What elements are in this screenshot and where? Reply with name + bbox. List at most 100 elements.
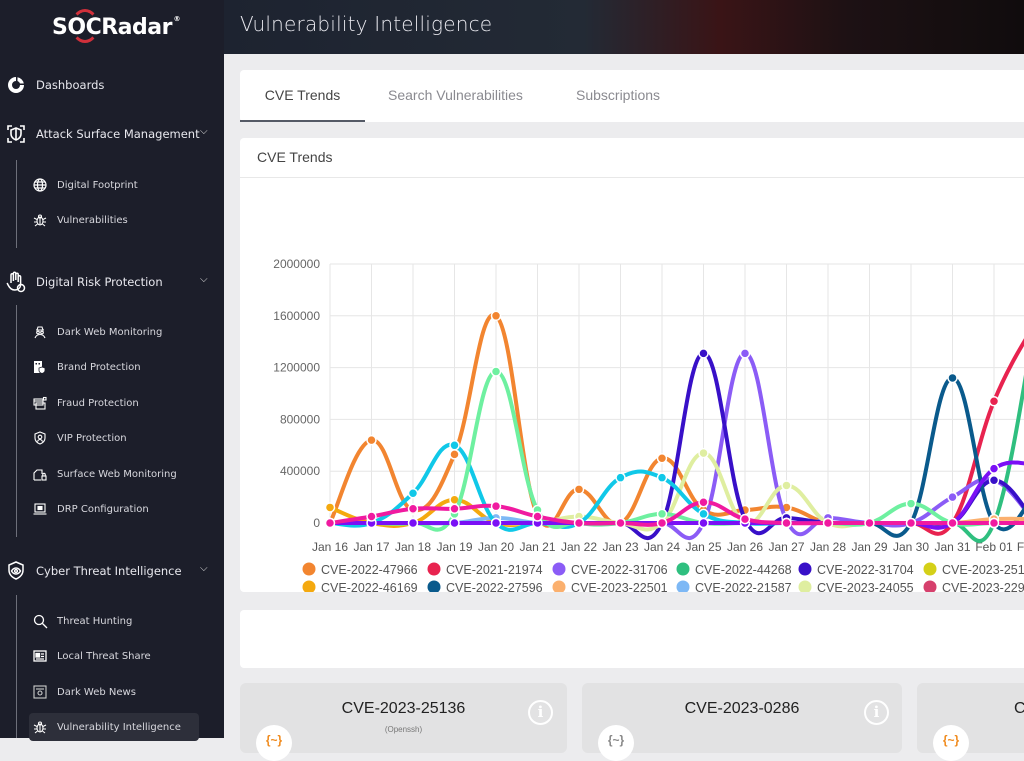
sidebar-group-attack-surface-management[interactable]: Attack Surface Management ⌵ bbox=[0, 124, 224, 144]
data-point bbox=[366, 511, 377, 522]
cve-card[interactable]: CVE-2023-25136 (Openssh) i {~} bbox=[240, 683, 567, 761]
page-title: Vulnerability Intelligence bbox=[240, 12, 493, 36]
sidebar-item-brand-protection[interactable]: Brand Protection bbox=[32, 355, 141, 379]
data-point bbox=[324, 517, 336, 529]
y-tick-label: 0 bbox=[313, 516, 320, 530]
data-point bbox=[490, 500, 502, 512]
data-point bbox=[988, 396, 1000, 407]
sidebar-item-vip-protection[interactable]: VIP Protection bbox=[32, 426, 127, 450]
chevron-down-icon[interactable]: ⌵ bbox=[200, 274, 208, 285]
legend-label: CVE-2022-47966 bbox=[321, 563, 418, 577]
legend-swatch bbox=[302, 580, 316, 594]
cve-trends-chart: 0 400000 800000 1200000 1600000 2000000 Jan 16… bbox=[273, 257, 1024, 595]
data-point bbox=[407, 517, 419, 529]
data-point bbox=[407, 503, 419, 515]
socradar-logo[interactable]: SOCRadar ® bbox=[0, 0, 224, 54]
x-tick-label: Jan 30 bbox=[893, 540, 929, 554]
search-icon bbox=[32, 613, 48, 629]
data-point bbox=[615, 472, 626, 483]
data-point bbox=[449, 449, 460, 460]
legend-swatch bbox=[302, 562, 316, 576]
sidebar-item-threat-hunting[interactable]: Threat Hunting bbox=[32, 609, 132, 633]
x-tick-label: Jan 19 bbox=[436, 540, 472, 554]
sidebar-item-vulnerability-intelligence[interactable]: Vulnerability Intelligence bbox=[29, 713, 199, 741]
x-tick-label: Jan 31 bbox=[934, 540, 970, 554]
page-header: Vulnerability Intelligence bbox=[224, 0, 1024, 54]
x-tick-label: Jan 24 bbox=[644, 540, 680, 554]
code-icon: {~} bbox=[933, 725, 969, 761]
data-point bbox=[573, 517, 585, 529]
newspaper-icon bbox=[32, 684, 48, 700]
cve-card[interactable]: C {~} bbox=[917, 683, 1024, 761]
tab-bar: CVE Trends Search Vulnerabilities Subscr… bbox=[240, 70, 1024, 122]
info-icon[interactable]: i bbox=[528, 700, 553, 725]
chevron-down-icon[interactable]: ⌵ bbox=[200, 563, 208, 574]
bug-icon bbox=[32, 719, 48, 735]
legend-swatch bbox=[676, 580, 690, 594]
data-point bbox=[656, 517, 668, 529]
legend-swatch bbox=[676, 562, 690, 576]
sidebar-item-surface-web-monitoring[interactable]: Surface Web Monitoring bbox=[32, 462, 177, 486]
data-point bbox=[656, 508, 668, 520]
sidebar-item-dashboards[interactable]: Dashboards bbox=[0, 75, 104, 95]
data-point bbox=[449, 503, 460, 515]
data-point bbox=[822, 517, 834, 529]
legend-swatch bbox=[552, 562, 566, 576]
data-point bbox=[656, 472, 668, 483]
y-tick-label: 1200000 bbox=[273, 361, 320, 375]
code-icon: {~} bbox=[598, 725, 634, 761]
cve-id: CVE-2023-0286 bbox=[684, 700, 800, 717]
legend-label: CVE-2021-21974 bbox=[446, 563, 543, 577]
chevron-down-icon[interactable]: ⌵ bbox=[200, 126, 208, 137]
x-tick-label: Jan 21 bbox=[519, 540, 555, 554]
sidebar-item-local-threat-share[interactable]: Local Threat Share bbox=[32, 644, 151, 668]
sidebar-tree-line bbox=[16, 160, 17, 248]
sidebar-group-cyber-threat-intelligence[interactable]: Cyber Threat Intelligence ⌵ bbox=[0, 561, 224, 581]
tab-search-vulnerabilities[interactable]: Search Vulnerabilities bbox=[388, 70, 523, 122]
x-tick-label: Jan 18 bbox=[395, 540, 431, 554]
legend-label: CVE-2022-27596 bbox=[446, 581, 543, 592]
sidebar-group-digital-risk-protection[interactable]: Digital Risk Protection ⌵ bbox=[0, 271, 224, 293]
legend-swatch bbox=[427, 562, 441, 576]
code-icon: {~} bbox=[256, 725, 292, 761]
cve-card[interactable]: CVE-2023-0286 i {~} bbox=[582, 683, 902, 761]
data-point bbox=[698, 348, 709, 359]
data-point bbox=[988, 463, 1000, 474]
card-lock-icon bbox=[32, 395, 48, 411]
data-point bbox=[864, 517, 875, 529]
data-point bbox=[698, 447, 709, 459]
cve-id: C bbox=[1014, 700, 1024, 717]
tab-cve-trends[interactable]: CVE Trends bbox=[240, 70, 365, 122]
user-shield-icon bbox=[32, 430, 48, 446]
data-point bbox=[698, 497, 709, 508]
sidebar-item-vulnerabilities[interactable]: Vulnerabilities bbox=[32, 208, 128, 232]
hand-icon bbox=[6, 271, 26, 293]
data-point bbox=[739, 513, 751, 525]
sidebar-item-digital-footprint[interactable]: Digital Footprint bbox=[32, 173, 138, 197]
legend-swatch bbox=[798, 562, 812, 576]
shield-scan-icon bbox=[6, 124, 26, 144]
building-shield-icon bbox=[32, 359, 48, 375]
dashboard-icon bbox=[6, 75, 26, 95]
x-tick-label: Jan 20 bbox=[478, 540, 514, 554]
legend-label: CVE-2022-44268 bbox=[695, 563, 792, 577]
laptop-icon bbox=[32, 501, 48, 517]
x-tick-label: Jan 17 bbox=[353, 540, 389, 554]
tab-subscriptions[interactable]: Subscriptions bbox=[576, 70, 660, 122]
data-point bbox=[490, 366, 502, 377]
x-tick-label: Jan 26 bbox=[727, 540, 763, 554]
sidebar-item-drp-configuration[interactable]: DRP Configuration bbox=[32, 497, 149, 521]
empty-panel bbox=[240, 610, 1024, 668]
data-point bbox=[407, 487, 419, 499]
y-tick-label: 2000000 bbox=[273, 257, 320, 271]
legend-label: CVE-2023-24055 bbox=[817, 581, 914, 592]
info-icon[interactable]: i bbox=[864, 700, 889, 725]
y-tick-label: 1600000 bbox=[273, 309, 320, 323]
sidebar-item-fraud-protection[interactable]: Fraud Protection bbox=[32, 391, 139, 415]
data-point bbox=[656, 453, 668, 464]
sidebar-item-dark-web-monitoring[interactable]: Dark Web Monitoring bbox=[32, 320, 162, 344]
y-tick-label: 800000 bbox=[280, 412, 320, 426]
data-point bbox=[905, 498, 917, 509]
data-point bbox=[573, 484, 585, 495]
sidebar-item-dark-web-news[interactable]: Dark Web News bbox=[32, 680, 136, 704]
